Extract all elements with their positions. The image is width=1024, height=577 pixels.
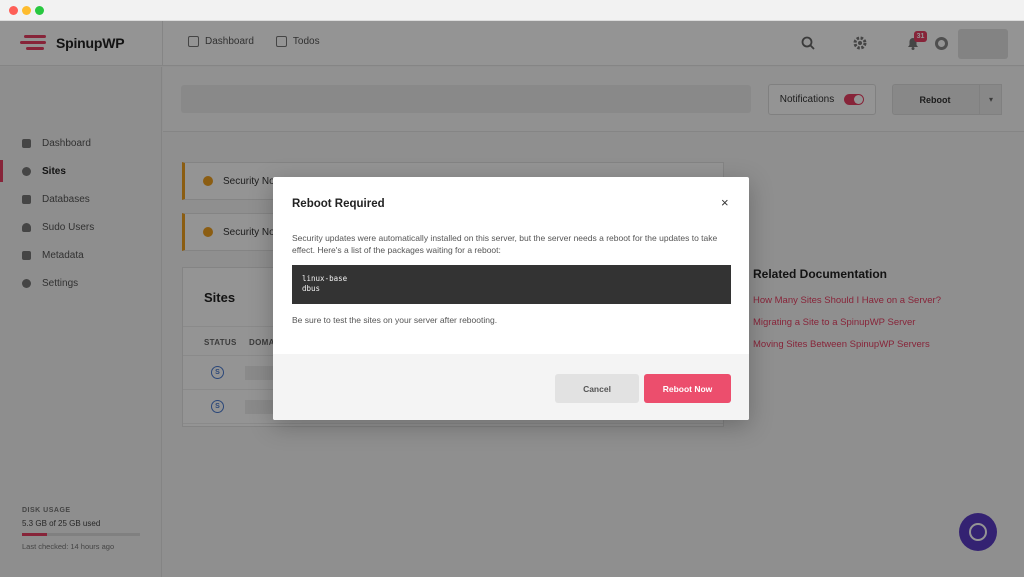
cancel-button[interactable]: Cancel xyxy=(555,374,639,403)
window-titlebar xyxy=(0,0,1024,21)
package-name: linux-base xyxy=(302,274,348,283)
minimize-window-button[interactable] xyxy=(22,6,31,15)
package-name: dbus xyxy=(302,284,321,293)
reboot-now-button[interactable]: Reboot Now xyxy=(644,374,731,403)
reboot-required-dialog: Reboot Required × Security updates were … xyxy=(273,177,749,420)
packages-code-block: linux-base dbus xyxy=(292,265,731,304)
close-window-button[interactable] xyxy=(9,6,18,15)
dialog-note: Be sure to test the sites on your server… xyxy=(292,315,498,325)
close-icon[interactable]: × xyxy=(721,195,729,210)
dialog-message: Security updates were automatically inst… xyxy=(292,233,718,255)
maximize-window-button[interactable] xyxy=(35,6,44,15)
dialog-footer: Cancel Reboot Now xyxy=(273,354,749,420)
dialog-title: Reboot Required xyxy=(292,198,385,210)
